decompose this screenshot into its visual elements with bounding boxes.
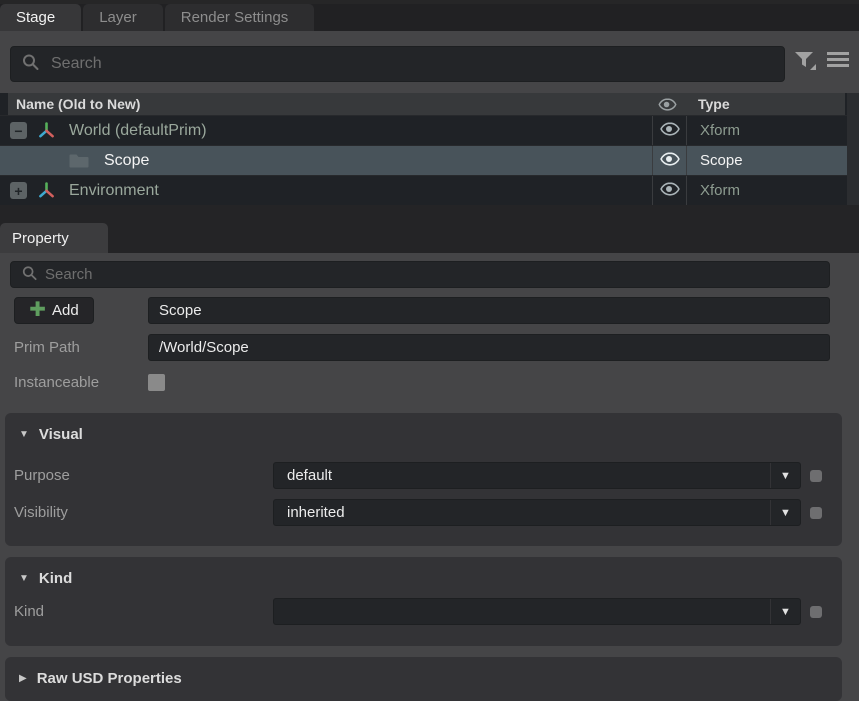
- section-title: Kind: [39, 570, 72, 587]
- stage-search: [10, 46, 785, 82]
- prim-path-label: Prim Path: [14, 339, 148, 356]
- stage-toolbar: [0, 31, 859, 93]
- folder-icon: [68, 153, 90, 169]
- prim-type: Xform: [687, 116, 847, 145]
- options-menu-button[interactable]: [825, 44, 851, 74]
- section-raw-usd-header[interactable]: ▶ Raw USD Properties: [5, 657, 842, 691]
- triangle-right-icon: ▶: [19, 673, 27, 684]
- triangle-down-icon: ▼: [19, 429, 29, 440]
- chevron-down-icon: ▼: [770, 500, 800, 525]
- eye-icon: [660, 122, 680, 136]
- kind-label: Kind: [14, 603, 44, 620]
- default-value-indicator[interactable]: [810, 606, 822, 618]
- prim-name-field[interactable]: [148, 297, 830, 324]
- chevron-down-icon: ▼: [770, 463, 800, 488]
- hamburger-icon: [827, 52, 849, 67]
- triangle-down-icon: ▼: [19, 573, 29, 584]
- plus-icon: ✚: [29, 300, 46, 320]
- stage-tree-scrollbar[interactable]: [847, 93, 859, 205]
- section-visual-header[interactable]: ▼ Visual: [5, 413, 842, 447]
- property-panel: ✚ Add Prim Path Instanceable ▼ Visual Pu…: [0, 253, 859, 701]
- visibility-eye-toggle[interactable]: [660, 182, 680, 200]
- tree-row-scope[interactable]: Scope Scope: [0, 145, 847, 175]
- tab-stage[interactable]: Stage: [0, 4, 81, 31]
- tree-row-world[interactable]: − World (defaultPrim) Xform: [0, 115, 847, 145]
- default-value-indicator[interactable]: [810, 507, 822, 519]
- collapse-button[interactable]: −: [10, 122, 27, 139]
- visibility-dropdown[interactable]: inherited ▼: [273, 499, 801, 526]
- filter-dropdown-corner-icon: [810, 64, 816, 70]
- tab-render-settings[interactable]: Render Settings: [165, 4, 315, 31]
- purpose-dropdown[interactable]: default ▼: [273, 462, 801, 489]
- section-visual: ▼ Visual Purpose default ▼ Visibility in…: [5, 413, 842, 546]
- xform-axis-icon: [38, 122, 55, 139]
- prim-type: Scope: [687, 146, 847, 175]
- prim-name: Environment: [69, 182, 159, 200]
- purpose-label: Purpose: [14, 467, 70, 484]
- tree-header: Name (Old to New) Type: [8, 93, 845, 115]
- filter-button[interactable]: [791, 44, 817, 74]
- add-button[interactable]: ✚ Add: [14, 297, 94, 324]
- column-header-visibility: [650, 98, 685, 111]
- column-header-name[interactable]: Name (Old to New): [8, 96, 650, 112]
- property-search-input[interactable]: [10, 261, 830, 288]
- tab-property[interactable]: Property: [0, 223, 108, 253]
- stage-search-input[interactable]: [10, 46, 785, 82]
- visibility-label: Visibility: [14, 504, 68, 521]
- add-button-label: Add: [52, 302, 79, 319]
- prim-name: Scope: [104, 152, 149, 170]
- stage-tree: Name (Old to New) Type − World (defaultP…: [0, 93, 859, 205]
- dropdown-value: inherited: [274, 504, 770, 521]
- default-value-indicator[interactable]: [810, 470, 822, 482]
- instanceable-label: Instanceable: [14, 374, 148, 391]
- instanceable-checkbox[interactable]: [148, 374, 165, 391]
- stage-panel-tabbar: Stage Layer Render Settings: [0, 0, 859, 31]
- column-header-type[interactable]: Type: [685, 96, 845, 112]
- prim-name: World (defaultPrim): [69, 122, 207, 140]
- property-panel-tabbar: Property: [0, 205, 859, 253]
- visibility-eye-toggle[interactable]: [660, 152, 680, 170]
- section-title: Visual: [39, 426, 83, 443]
- eye-icon: [660, 182, 680, 196]
- prim-path-field[interactable]: [148, 334, 830, 361]
- chevron-down-icon: ▼: [770, 599, 800, 624]
- eye-icon: [660, 152, 680, 166]
- expand-button[interactable]: +: [10, 182, 27, 199]
- section-title: Raw USD Properties: [37, 670, 182, 687]
- property-search: [10, 261, 830, 288]
- eye-icon: [658, 98, 677, 111]
- tab-layer[interactable]: Layer: [83, 4, 163, 31]
- visibility-eye-toggle[interactable]: [660, 122, 680, 140]
- tree-row-environment[interactable]: + Environment Xform: [0, 175, 847, 205]
- search-icon: [22, 265, 37, 284]
- section-kind: ▼ Kind Kind ▼: [5, 557, 842, 646]
- xform-axis-icon: [38, 182, 55, 199]
- section-raw-usd-properties: ▶ Raw USD Properties: [5, 657, 842, 701]
- kind-dropdown[interactable]: ▼: [273, 598, 801, 625]
- prim-type: Xform: [687, 176, 847, 205]
- dropdown-value: default: [274, 467, 770, 484]
- section-kind-header[interactable]: ▼ Kind: [5, 557, 842, 591]
- search-icon: [22, 54, 39, 75]
